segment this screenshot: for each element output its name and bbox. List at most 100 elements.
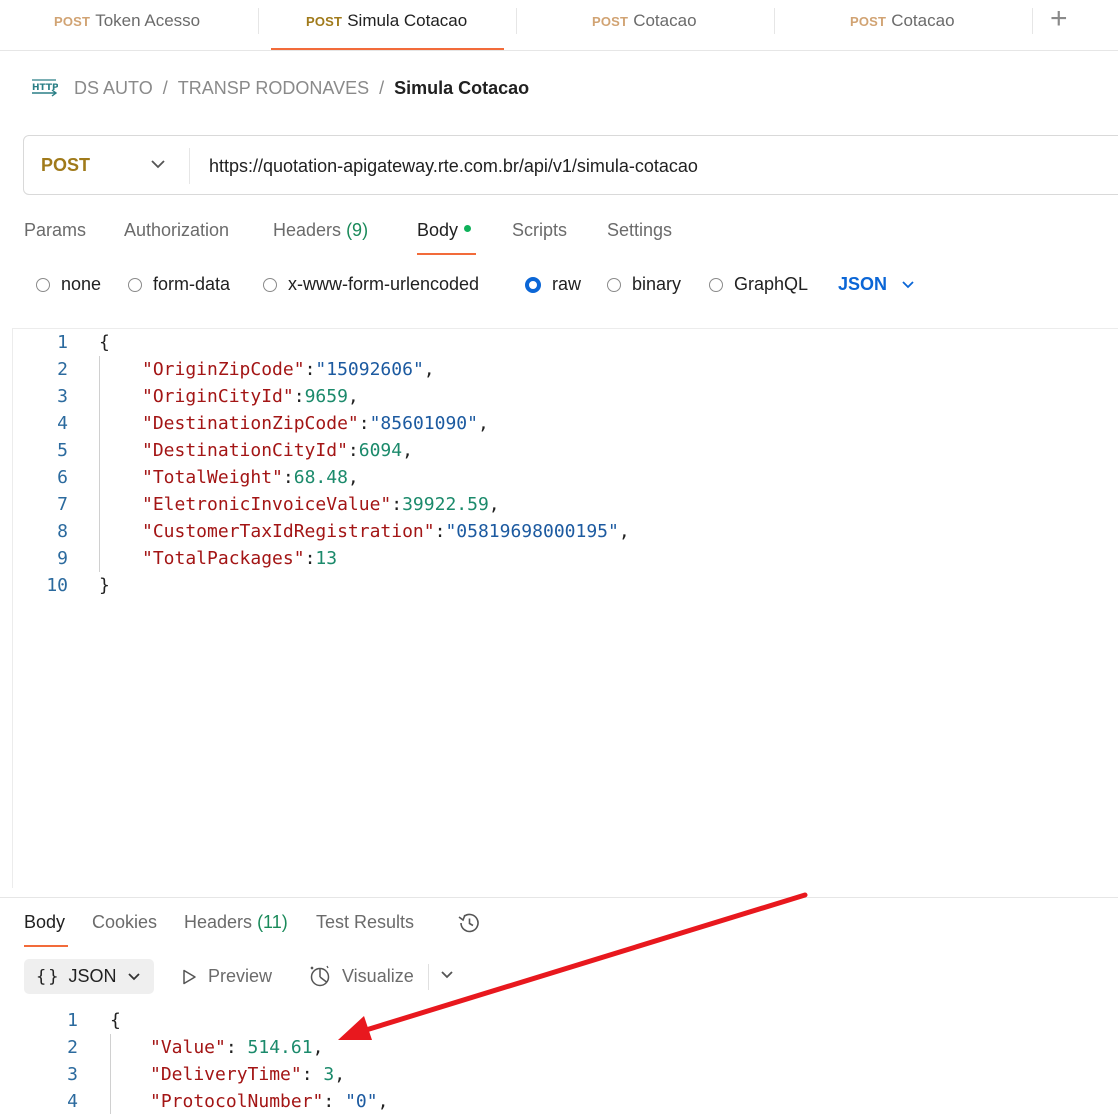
preview-button[interactable]: Preview xyxy=(180,966,272,987)
tab-settings[interactable]: Settings xyxy=(607,220,672,241)
http-icon: HTTP xyxy=(32,79,58,97)
breadcrumb-current-request[interactable]: Simula Cotacao xyxy=(394,78,529,99)
code-content: "OriginZipCode":"15092606", xyxy=(142,359,435,380)
line-number: 2 xyxy=(67,1037,78,1058)
new-tab-plus-icon[interactable]: + xyxy=(1050,4,1068,34)
code-content: "DestinationZipCode":"85601090", xyxy=(142,413,489,434)
code-content: "CustomerTaxIdRegistration":"05819698000… xyxy=(142,521,630,542)
request-tab-cotacao[interactable]: POST Cotacao xyxy=(592,0,697,42)
json-value: 13 xyxy=(315,548,338,569)
active-response-tab-indicator xyxy=(24,945,68,947)
radio-label: none xyxy=(61,274,102,294)
tab-headers-label: Headers xyxy=(273,220,342,240)
body-has-content-dot xyxy=(464,225,472,232)
response-pane-divider[interactable] xyxy=(0,897,1118,898)
request-tab-cotacao-2[interactable]: POST Cotacao xyxy=(850,0,955,42)
request-body-editor[interactable]: 1 {2 "OriginZipCode":"15092606", 3 "OriginCi… xyxy=(12,328,1118,888)
tab-method: POST xyxy=(306,13,343,29)
json-value: 9659 xyxy=(304,386,348,407)
code-content: "TotalPackages":13 xyxy=(142,548,338,569)
active-tab-indicator xyxy=(271,48,504,50)
code-content: { xyxy=(99,332,110,353)
line-number: 7 xyxy=(57,494,68,515)
json-value: 3 xyxy=(323,1064,335,1085)
json-comma: , xyxy=(334,1064,346,1085)
radio-raw[interactable]: raw xyxy=(525,274,581,295)
radio-form-data[interactable]: form-data xyxy=(128,274,230,295)
line-number: 4 xyxy=(57,413,68,434)
response-format-select[interactable]: {} JSON xyxy=(24,959,154,994)
response-tab-headers[interactable]: Headers (11) xyxy=(184,912,288,933)
preview-label: Preview xyxy=(208,966,273,986)
json-value: 6094 xyxy=(358,440,403,461)
response-body-viewer[interactable]: 1{2 "Value": 514.61, 3 "DeliveryTime": 3, 4 "… xyxy=(0,1007,1118,1114)
body-format-select[interactable]: JSON xyxy=(838,274,915,295)
tab-method: POST xyxy=(54,13,91,29)
tab-authorization[interactable]: Authorization xyxy=(124,220,229,241)
breadcrumb-collection[interactable]: DS AUTO xyxy=(74,78,153,99)
response-tab-body[interactable]: Body xyxy=(24,912,65,933)
indent-guide xyxy=(99,356,100,572)
request-tab-token-acesso[interactable]: POST Token Acesso xyxy=(54,0,200,42)
json-key: "DeliveryTime" xyxy=(150,1064,302,1085)
json-comma: , xyxy=(423,359,435,380)
request-tab-simula-cotacao[interactable]: POST Simula Cotacao xyxy=(306,0,467,42)
line-number: 3 xyxy=(57,386,68,407)
tab-scripts[interactable]: Scripts xyxy=(512,220,567,241)
line-number: 5 xyxy=(57,440,68,461)
tab-divider xyxy=(1032,8,1033,34)
tab-divider xyxy=(516,8,517,34)
line-number: 9 xyxy=(57,548,68,569)
json-value: "85601090" xyxy=(369,413,478,434)
history-icon[interactable] xyxy=(456,911,482,935)
code-content: { xyxy=(110,1010,121,1031)
chevron-down-icon xyxy=(127,972,140,980)
http-method-select[interactable]: POST xyxy=(41,155,90,176)
tab-headers[interactable]: Headers (9) xyxy=(273,220,368,241)
tab-params[interactable]: Params xyxy=(24,220,86,241)
chevron-down-icon xyxy=(902,280,914,288)
line-number: 2 xyxy=(57,359,68,380)
tab-body[interactable]: Body xyxy=(417,220,472,241)
visualize-button[interactable]: Visualize xyxy=(308,964,414,988)
json-comma: , xyxy=(377,1091,389,1112)
radio-circle xyxy=(607,277,621,292)
json-key: "OriginCityId" xyxy=(142,386,294,407)
tab-divider xyxy=(258,8,259,34)
json-comma: , xyxy=(477,413,489,434)
response-tab-test-results[interactable]: Test Results xyxy=(316,912,414,933)
code-content: "EletronicInvoiceValue":39922.59, xyxy=(142,494,500,515)
json-key: "OriginZipCode" xyxy=(142,359,305,380)
response-tab-cookies[interactable]: Cookies xyxy=(92,912,157,933)
radio-none[interactable]: none xyxy=(36,274,101,295)
json-value: "05819698000195" xyxy=(445,521,619,542)
line-number: 10 xyxy=(46,575,68,596)
headers-count: (9) xyxy=(346,220,369,240)
json-comma: , xyxy=(312,1037,324,1058)
request-tab-bar: POST Token Acesso POST Simula Cotacao PO… xyxy=(0,0,1118,51)
json-value: 39922.59 xyxy=(402,494,489,515)
radio-graphql[interactable]: GraphQL xyxy=(709,274,808,295)
breadcrumb-folder[interactable]: TRANSP RODONAVES xyxy=(178,78,369,99)
visualize-label: Visualize xyxy=(342,965,414,986)
radio-label: form-data xyxy=(153,274,231,294)
json-comma: , xyxy=(618,521,630,542)
radio-x-www-form-urlencoded[interactable]: x-www-form-urlencoded xyxy=(263,274,479,295)
radio-label: binary xyxy=(632,274,682,294)
radio-circle xyxy=(263,277,277,292)
play-icon xyxy=(183,969,196,984)
tab-method: POST xyxy=(850,13,887,29)
json-key: "TotalPackages" xyxy=(142,548,305,569)
radio-circle-selected xyxy=(525,276,541,293)
breadcrumb-separator: / xyxy=(379,77,385,98)
json-comma: , xyxy=(347,386,359,407)
code-content: } xyxy=(99,575,110,596)
radio-binary[interactable]: binary xyxy=(607,274,681,295)
json-key: "EletronicInvoiceValue" xyxy=(142,494,392,515)
response-format-label: JSON xyxy=(68,966,117,986)
url-input[interactable]: https://quotation-apigateway.rte.com.br/… xyxy=(209,156,698,177)
chevron-down-icon[interactable] xyxy=(440,970,454,980)
line-number: 4 xyxy=(67,1091,78,1112)
response-headers-count: (11) xyxy=(257,912,288,932)
chevron-down-icon[interactable] xyxy=(150,158,166,170)
